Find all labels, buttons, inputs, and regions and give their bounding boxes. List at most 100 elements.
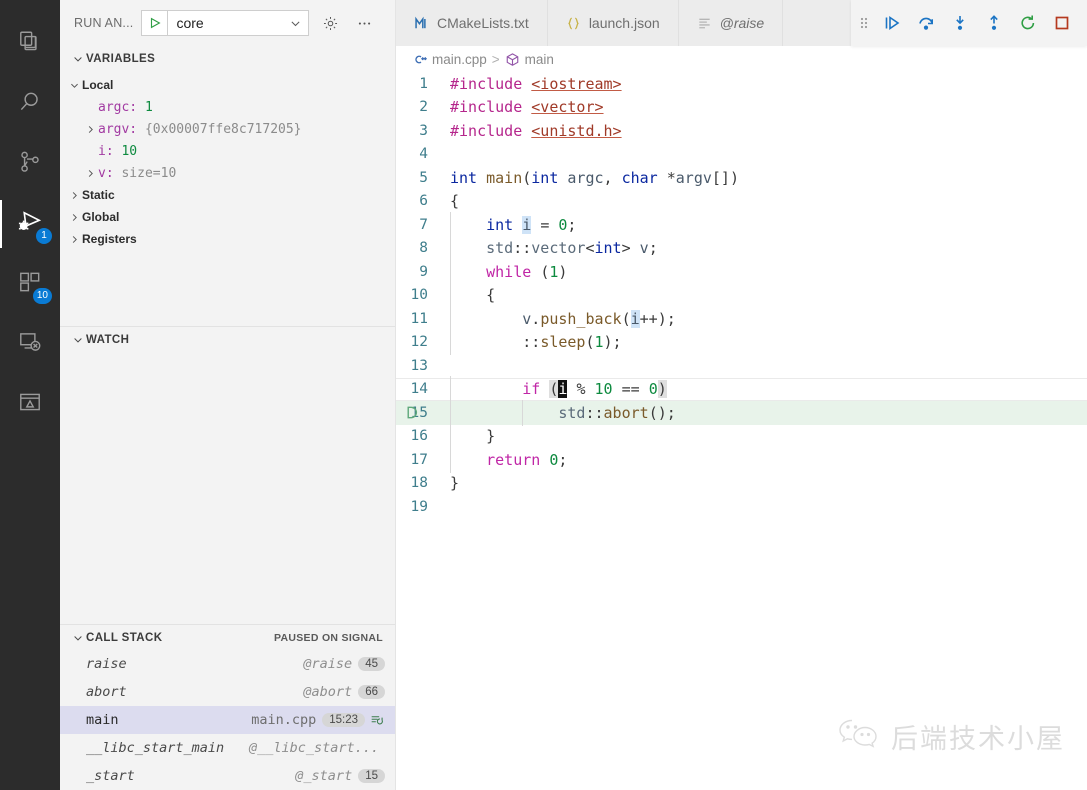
callstack-frame-main[interactable]: main main.cpp 15:23 xyxy=(60,706,395,734)
source-control-icon xyxy=(17,149,43,180)
step-into-button[interactable] xyxy=(947,10,973,36)
debug-badge: 1 xyxy=(36,228,52,244)
code-line[interactable]: 10 { xyxy=(396,282,1087,309)
activity-item-run-and-debug[interactable]: 1 xyxy=(0,194,60,254)
launch-config-select[interactable]: core xyxy=(141,10,310,36)
line-number: 6 xyxy=(419,193,428,210)
variables-scope-static[interactable]: Static xyxy=(60,184,395,206)
remote-explorer-icon xyxy=(17,329,43,360)
activity-item-extensions[interactable]: 10 xyxy=(0,254,60,314)
code-line[interactable]: 13 xyxy=(396,354,1087,378)
watch-body[interactable] xyxy=(60,352,395,624)
line-content: std::vector<int> v; xyxy=(450,235,658,262)
breadcrumb-symbol[interactable]: main xyxy=(525,52,554,67)
play-icon[interactable] xyxy=(142,11,169,35)
variable-name: v: xyxy=(98,165,114,181)
callstack-frame-raise[interactable]: raise @raise 45 xyxy=(60,650,395,678)
code-line[interactable]: 18 } xyxy=(396,472,1087,496)
code-line[interactable]: 6 { xyxy=(396,190,1087,214)
activity-item-testing[interactable] xyxy=(0,374,60,434)
line-content: v.push_back(i++); xyxy=(450,305,676,332)
code-line[interactable]: 4 xyxy=(396,143,1087,167)
chevron-right-icon[interactable] xyxy=(82,124,98,135)
variable-row-i[interactable]: i: 10 xyxy=(60,140,395,162)
files-icon xyxy=(17,29,43,60)
callstack-frame-start[interactable]: _start @_start 15 xyxy=(60,762,395,790)
code-line[interactable]: 17 return 0; xyxy=(396,446,1087,473)
variables-section-header[interactable]: VARIABLES xyxy=(60,46,395,72)
activity-bar: 1 10 xyxy=(0,0,60,790)
callstack-label: CALL STACK xyxy=(86,631,163,644)
variable-row-v[interactable]: v: size=10 xyxy=(60,162,395,184)
ellipsis-icon[interactable] xyxy=(351,10,377,36)
line-content: { xyxy=(450,282,495,309)
run-and-debug-sidebar: RUN AN... core VARIABLES Local argc: 1 a… xyxy=(60,0,396,790)
variables-scope-local[interactable]: Local xyxy=(60,74,395,96)
tab-launch-json[interactable]: launch.json xyxy=(547,0,679,46)
line-number: 12 xyxy=(410,334,428,351)
code-line[interactable]: 9 while (1) xyxy=(396,258,1087,285)
variable-name: argv: xyxy=(98,121,138,137)
disassembly-icon xyxy=(697,16,712,31)
chevron-down-icon[interactable] xyxy=(282,17,308,30)
line-number: 13 xyxy=(410,357,428,374)
chevron-right-icon[interactable] xyxy=(82,168,98,179)
line-number: 18 xyxy=(410,475,428,492)
activity-item-explorer[interactable] xyxy=(0,14,60,74)
variables-scope-registers[interactable]: Registers xyxy=(60,228,395,250)
variables-scope-global[interactable]: Global xyxy=(60,206,395,228)
callstack-frame-abort[interactable]: abort @abort 66 xyxy=(60,678,395,706)
stop-button[interactable] xyxy=(1049,10,1075,36)
code-line[interactable]: 16 } xyxy=(396,423,1087,450)
tab-raise-disassembly[interactable]: @raise xyxy=(678,0,784,46)
drag-handle-icon[interactable] xyxy=(857,14,871,32)
code-line[interactable]: 19 xyxy=(396,495,1087,519)
code-line[interactable]: 14 if (i % 10 == 0) xyxy=(396,376,1087,403)
editor-area: CMakeLists.txt launch.json @raise main.c… xyxy=(396,0,1087,790)
execution-pointer-icon xyxy=(402,405,420,420)
code-line[interactable]: 2 #include <vector> xyxy=(396,96,1087,120)
line-number: 16 xyxy=(410,428,428,445)
step-out-button[interactable] xyxy=(981,10,1007,36)
code-line[interactable]: 7 int i = 0; xyxy=(396,211,1087,238)
callstack-list: raise @raise 45 abort @abort 66 main mai… xyxy=(60,650,395,790)
code-viewport[interactable]: 1 #include <iostream> 2 #include <vector… xyxy=(396,72,1087,790)
activity-item-remote-explorer[interactable] xyxy=(0,314,60,374)
frame-name: _start xyxy=(86,768,135,784)
step-over-button[interactable] xyxy=(913,10,939,36)
variable-row-argc[interactable]: argc: 1 xyxy=(60,96,395,118)
code-line[interactable]: 11 v.push_back(i++); xyxy=(396,305,1087,332)
line-number: 14 xyxy=(410,381,428,398)
restart-button[interactable] xyxy=(1015,10,1041,36)
code-line[interactable]: 12 ::sleep(1); xyxy=(396,329,1087,356)
code-line[interactable]: 8 std::vector<int> v; xyxy=(396,235,1087,262)
search-icon xyxy=(17,89,43,120)
line-content: #include <iostream> xyxy=(450,74,622,93)
watch-section-header[interactable]: WATCH xyxy=(60,326,395,352)
activity-item-search[interactable] xyxy=(0,74,60,134)
chevron-down-icon xyxy=(70,334,86,346)
continue-button[interactable] xyxy=(879,10,905,36)
breadcrumb-file[interactable]: main.cpp xyxy=(432,52,487,67)
restart-frame-icon[interactable] xyxy=(370,713,385,728)
gear-icon[interactable] xyxy=(317,10,343,36)
frame-line: 45 xyxy=(358,657,385,671)
code-line[interactable]: 3 #include <unistd.h> xyxy=(396,119,1087,143)
callstack-section-header[interactable]: CALL STACK PAUSED ON SIGNAL xyxy=(60,624,395,650)
frame-source: @__libc_start... xyxy=(248,740,379,756)
variable-row-argv[interactable]: argv: {0x00007ffe8c717205} xyxy=(60,118,395,140)
breadcrumb-separator: > xyxy=(491,51,500,67)
line-content: int i = 0; xyxy=(450,211,576,238)
callstack-frame-libc-start-main[interactable]: __libc_start_main @__libc_start... xyxy=(60,734,395,762)
frame-source: main.cpp xyxy=(251,712,317,728)
line-content: return 0; xyxy=(450,446,567,473)
variable-value: 1 xyxy=(144,99,153,115)
chevron-down-icon xyxy=(66,80,82,91)
tab-cmakelists[interactable]: CMakeLists.txt xyxy=(396,0,548,46)
code-line[interactable]: 5 int main(int argc, char *argv[]) xyxy=(396,166,1087,190)
activity-item-source-control[interactable] xyxy=(0,134,60,194)
code-line[interactable]: 1 #include <iostream> xyxy=(396,72,1087,96)
code-line-current[interactable]: 15 std::abort(); xyxy=(396,399,1087,426)
line-content: } xyxy=(450,423,495,450)
line-number: 5 xyxy=(419,169,428,186)
